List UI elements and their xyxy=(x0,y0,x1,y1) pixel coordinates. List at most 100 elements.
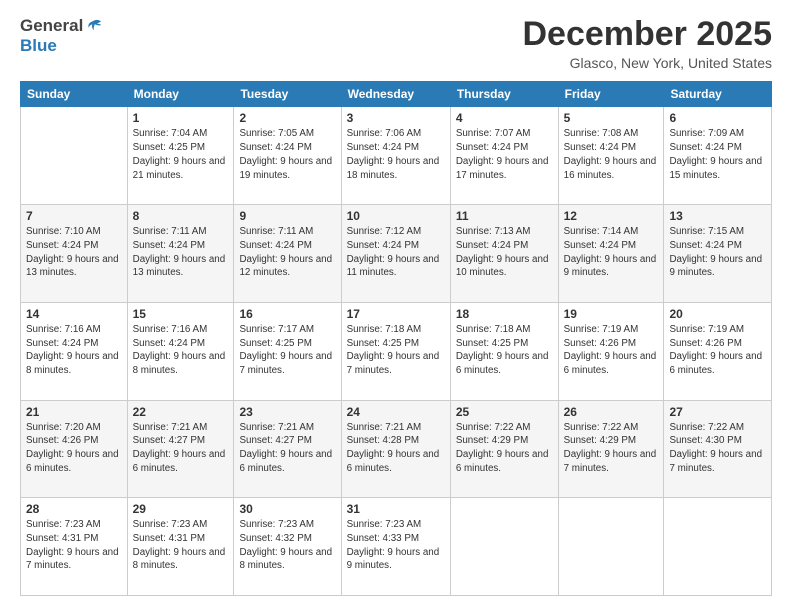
day-cell: 21 Sunrise: 7:20 AMSunset: 4:26 PMDayligh… xyxy=(21,400,128,498)
day-info: Sunrise: 7:17 AMSunset: 4:25 PMDaylight:… xyxy=(239,323,335,378)
day-number: 19 xyxy=(564,307,659,321)
day-header-sunday: Sunday xyxy=(21,82,128,107)
day-info: Sunrise: 7:07 AMSunset: 4:24 PMDaylight:… xyxy=(456,127,553,182)
day-cell: 24 Sunrise: 7:21 AMSunset: 4:28 PMDayligh… xyxy=(341,400,450,498)
day-number: 24 xyxy=(347,405,445,419)
day-number: 22 xyxy=(133,405,229,419)
day-cell: 19Sunrise: 7:19 AMSunset: 4:26 PMDayligh… xyxy=(558,302,664,400)
day-info: Sunrise: 7:22 AMSunset: 4:29 PMDaylight:… xyxy=(564,421,659,476)
day-info: Sunrise: 7:11 AMSunset: 4:24 PMDaylight:… xyxy=(239,225,335,280)
day-cell xyxy=(558,498,664,596)
week-row-0: 1Sunrise: 7:04 AMSunset: 4:25 PMDaylight… xyxy=(21,107,772,205)
day-cell: 14 Sunrise: 7:16 AMSunset: 4:24 PMDayligh… xyxy=(21,302,128,400)
day-cell: 9 Sunrise: 7:11 AMSunset: 4:24 PMDaylight… xyxy=(234,205,341,303)
day-number: 16 xyxy=(239,307,335,321)
day-info: Sunrise: 7:18 AMSunset: 4:25 PMDaylight:… xyxy=(456,323,553,378)
week-row-4: 28 Sunrise: 7:23 AMSunset: 4:31 PMDayligh… xyxy=(21,498,772,596)
day-number: 25 xyxy=(456,405,553,419)
day-info: Sunrise: 7:18 AMSunset: 4:25 PMDaylight:… xyxy=(347,323,445,378)
day-number: 23 xyxy=(239,405,335,419)
day-number: 4 xyxy=(456,111,553,125)
day-cell: 7 Sunrise: 7:10 AMSunset: 4:24 PMDaylight… xyxy=(21,205,128,303)
day-cell: 31 Sunrise: 7:23 AMSunset: 4:33 PMDayligh… xyxy=(341,498,450,596)
day-number: 14 xyxy=(26,307,122,321)
day-number: 21 xyxy=(26,405,122,419)
day-cell: 13Sunrise: 7:15 AMSunset: 4:24 PMDayligh… xyxy=(664,205,772,303)
day-header-thursday: Thursday xyxy=(450,82,558,107)
page: General Blue December 2025 Glasco, New Y… xyxy=(0,0,792,612)
day-info: Sunrise: 7:12 AMSunset: 4:24 PMDaylight:… xyxy=(347,225,445,280)
day-info: Sunrise: 7:22 AMSunset: 4:29 PMDaylight:… xyxy=(456,421,553,476)
calendar: SundayMondayTuesdayWednesdayThursdayFrid… xyxy=(20,81,772,596)
day-info: Sunrise: 7:21 AMSunset: 4:28 PMDaylight:… xyxy=(347,421,445,476)
logo: General Blue xyxy=(20,16,103,56)
day-header-friday: Friday xyxy=(558,82,664,107)
day-number: 29 xyxy=(133,502,229,516)
day-number: 11 xyxy=(456,209,553,223)
day-info: Sunrise: 7:13 AMSunset: 4:24 PMDaylight:… xyxy=(456,225,553,280)
day-info: Sunrise: 7:21 AMSunset: 4:27 PMDaylight:… xyxy=(133,421,229,476)
day-number: 9 xyxy=(239,209,335,223)
day-info: Sunrise: 7:15 AMSunset: 4:24 PMDaylight:… xyxy=(669,225,766,280)
day-number: 26 xyxy=(564,405,659,419)
day-info: Sunrise: 7:16 AMSunset: 4:24 PMDaylight:… xyxy=(133,323,229,378)
day-cell: 6Sunrise: 7:09 AMSunset: 4:24 PMDaylight… xyxy=(664,107,772,205)
month-title: December 2025 xyxy=(522,16,772,53)
day-cell: 3Sunrise: 7:06 AMSunset: 4:24 PMDaylight… xyxy=(341,107,450,205)
day-info: Sunrise: 7:16 AMSunset: 4:24 PMDaylight:… xyxy=(26,323,122,378)
week-row-2: 14 Sunrise: 7:16 AMSunset: 4:24 PMDayligh… xyxy=(21,302,772,400)
day-cell: 23 Sunrise: 7:21 AMSunset: 4:27 PMDayligh… xyxy=(234,400,341,498)
logo-bird-icon xyxy=(85,17,103,35)
day-cell xyxy=(21,107,128,205)
day-number: 27 xyxy=(669,405,766,419)
day-info: Sunrise: 7:23 AMSunset: 4:33 PMDaylight:… xyxy=(347,518,445,573)
day-number: 15 xyxy=(133,307,229,321)
day-info: Sunrise: 7:06 AMSunset: 4:24 PMDaylight:… xyxy=(347,127,445,182)
day-info: Sunrise: 7:20 AMSunset: 4:26 PMDaylight:… xyxy=(26,421,122,476)
day-cell: 18Sunrise: 7:18 AMSunset: 4:25 PMDayligh… xyxy=(450,302,558,400)
day-number: 12 xyxy=(564,209,659,223)
day-header-monday: Monday xyxy=(127,82,234,107)
day-info: Sunrise: 7:23 AMSunset: 4:32 PMDaylight:… xyxy=(239,518,335,573)
day-number: 20 xyxy=(669,307,766,321)
day-info: Sunrise: 7:11 AMSunset: 4:24 PMDaylight:… xyxy=(133,225,229,280)
day-number: 2 xyxy=(239,111,335,125)
day-info: Sunrise: 7:22 AMSunset: 4:30 PMDaylight:… xyxy=(669,421,766,476)
day-cell: 17 Sunrise: 7:18 AMSunset: 4:25 PMDayligh… xyxy=(341,302,450,400)
day-cell: 15 Sunrise: 7:16 AMSunset: 4:24 PMDayligh… xyxy=(127,302,234,400)
day-cell: 2 Sunrise: 7:05 AMSunset: 4:24 PMDaylight… xyxy=(234,107,341,205)
day-cell: 27 Sunrise: 7:22 AMSunset: 4:30 PMDayligh… xyxy=(664,400,772,498)
day-info: Sunrise: 7:23 AMSunset: 4:31 PMDaylight:… xyxy=(133,518,229,573)
day-number: 28 xyxy=(26,502,122,516)
day-cell: 22 Sunrise: 7:21 AMSunset: 4:27 PMDayligh… xyxy=(127,400,234,498)
location: Glasco, New York, United States xyxy=(522,55,772,71)
day-info: Sunrise: 7:14 AMSunset: 4:24 PMDaylight:… xyxy=(564,225,659,280)
day-info: Sunrise: 7:05 AMSunset: 4:24 PMDaylight:… xyxy=(239,127,335,182)
day-cell: 20Sunrise: 7:19 AMSunset: 4:26 PMDayligh… xyxy=(664,302,772,400)
day-info: Sunrise: 7:08 AMSunset: 4:24 PMDaylight:… xyxy=(564,127,659,182)
day-number: 6 xyxy=(669,111,766,125)
day-header-tuesday: Tuesday xyxy=(234,82,341,107)
day-cell: 10 Sunrise: 7:12 AMSunset: 4:24 PMDayligh… xyxy=(341,205,450,303)
day-cell: 30Sunrise: 7:23 AMSunset: 4:32 PMDayligh… xyxy=(234,498,341,596)
day-cell xyxy=(450,498,558,596)
day-header-saturday: Saturday xyxy=(664,82,772,107)
day-info: Sunrise: 7:21 AMSunset: 4:27 PMDaylight:… xyxy=(239,421,335,476)
day-number: 8 xyxy=(133,209,229,223)
week-row-3: 21 Sunrise: 7:20 AMSunset: 4:26 PMDayligh… xyxy=(21,400,772,498)
day-cell xyxy=(664,498,772,596)
day-cell: 25 Sunrise: 7:22 AMSunset: 4:29 PMDayligh… xyxy=(450,400,558,498)
day-info: Sunrise: 7:04 AMSunset: 4:25 PMDaylight:… xyxy=(133,127,229,182)
day-number: 17 xyxy=(347,307,445,321)
day-number: 10 xyxy=(347,209,445,223)
day-number: 7 xyxy=(26,209,122,223)
day-header-wednesday: Wednesday xyxy=(341,82,450,107)
day-cell: 26 Sunrise: 7:22 AMSunset: 4:29 PMDayligh… xyxy=(558,400,664,498)
day-info: Sunrise: 7:10 AMSunset: 4:24 PMDaylight:… xyxy=(26,225,122,280)
day-number: 5 xyxy=(564,111,659,125)
logo-blue: Blue xyxy=(20,36,57,55)
week-row-1: 7 Sunrise: 7:10 AMSunset: 4:24 PMDaylight… xyxy=(21,205,772,303)
header: General Blue December 2025 Glasco, New Y… xyxy=(20,16,772,71)
day-cell: 29 Sunrise: 7:23 AMSunset: 4:31 PMDayligh… xyxy=(127,498,234,596)
day-number: 31 xyxy=(347,502,445,516)
